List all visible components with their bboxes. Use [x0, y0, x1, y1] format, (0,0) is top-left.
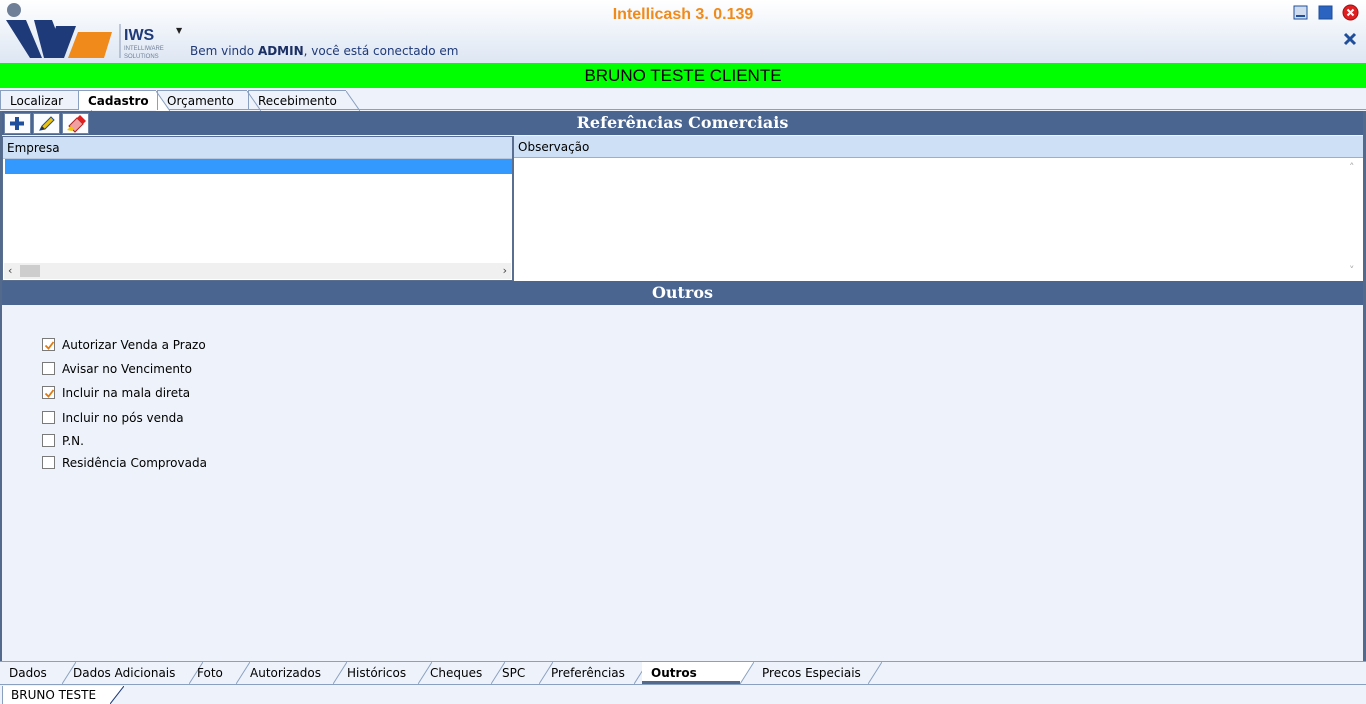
checkbox[interactable] [42, 386, 55, 399]
logo-sub1: INTELLIWARE [124, 46, 164, 52]
tab-label: SPC [502, 666, 526, 680]
tab-foto[interactable]: Foto [188, 662, 250, 684]
tab-label: Cadastro [88, 94, 149, 108]
scroll-left-icon[interactable]: ‹ [8, 263, 12, 279]
tab-autorizados[interactable]: Autorizados [241, 662, 347, 684]
edit-button[interactable] [33, 113, 60, 134]
tab-label: Autorizados [250, 666, 321, 680]
top-tab-strip: Localizar Cadastro Orçamento Recebimento [0, 88, 1366, 111]
column-header-observacao: Observação [514, 136, 1363, 158]
tab-precos-especiais[interactable]: Precos Especiais [753, 662, 882, 684]
toolbar [4, 113, 91, 134]
scroll-down-icon[interactable]: ˅ [1349, 264, 1355, 277]
tab-label: Foto [197, 666, 223, 680]
scroll-up-icon[interactable]: ˄ [1349, 161, 1355, 174]
tab-historicos[interactable]: Históricos [338, 662, 432, 684]
tab-label: Dados [9, 666, 47, 680]
client-name-bar: BRUNO TESTE CLIENTE [0, 63, 1366, 88]
option-label: Autorizar Venda a Prazo [62, 338, 206, 352]
tab-label: Precos Especiais [762, 666, 861, 680]
scroll-right-icon[interactable]: › [503, 263, 507, 279]
tab-cheques[interactable]: Cheques [421, 662, 505, 684]
welcome-suffix: , você está conectado em [303, 44, 459, 58]
cadastro-panel: Referências Comerciais Empresa ‹ › Obser… [0, 111, 1366, 661]
welcome-message: Bem vindo ADMIN, você está conectado em [190, 44, 458, 58]
add-button[interactable] [4, 113, 31, 134]
option-label: Incluir na mala direta [62, 386, 191, 400]
checkbox[interactable] [42, 338, 55, 351]
tab-outros-dados[interactable]: Outros Dados [642, 662, 754, 702]
tab-dados-adicionais[interactable]: Dados Adicionais [64, 662, 203, 684]
welcome-user: ADMIN [257, 44, 304, 58]
pencil-icon [39, 116, 55, 131]
checkbox[interactable] [42, 434, 55, 447]
option-label: Incluir no pós venda [62, 411, 184, 425]
tab-spc[interactable]: SPC [493, 662, 553, 684]
dropdown-arrow-icon[interactable]: ▼ [176, 26, 182, 35]
column-header-empresa[interactable]: Empresa [3, 137, 512, 159]
tab-cadastro[interactable]: Cadastro [78, 90, 170, 111]
delete-button[interactable] [62, 113, 89, 134]
selected-row[interactable] [5, 159, 512, 174]
window-tab-label: BRUNO TESTE [11, 688, 97, 702]
app-title: Intellicash 3. 0.139 [612, 6, 754, 23]
option-label: Avisar no Vencimento [62, 362, 192, 376]
section-header-referencias: Referências Comerciais [2, 111, 1363, 135]
tab-recebimento[interactable]: Recebimento [248, 90, 360, 111]
scroll-thumb[interactable] [20, 265, 40, 277]
eraser-icon [67, 115, 86, 133]
tab-orcamento[interactable]: Orçamento [157, 90, 261, 111]
plus-icon [10, 117, 24, 130]
check-icon [44, 341, 55, 350]
tab-label: Cheques [430, 666, 483, 680]
minimize-icon[interactable] [1293, 5, 1309, 21]
bottom-tab-strip: Dados Dados Adicionais Foto Autorizados … [0, 661, 1366, 702]
tab-label: Orçamento [167, 94, 234, 108]
option-label: Residência Comprovada [62, 456, 207, 470]
option-label: P.N. [62, 434, 84, 448]
tab-label: Dados Adicionais [73, 666, 176, 680]
checkbox[interactable] [42, 362, 55, 375]
empresa-grid[interactable]: Empresa ‹ › [2, 136, 513, 281]
tab-localizar[interactable]: Localizar [0, 90, 92, 111]
title-bar: IWS INTELLIWARE SOLUTIONS ▼ Bem vindo AD… [0, 0, 1366, 63]
check-icon [44, 389, 55, 398]
window-tab-bruno-teste[interactable]: BRUNO TESTE [2, 686, 125, 704]
welcome-prefix: Bem vindo [190, 44, 258, 58]
close-form-icon[interactable] [1342, 31, 1358, 47]
checkbox[interactable] [42, 456, 55, 469]
tab-dados[interactable]: Dados [0, 662, 76, 684]
logo-sub2: SOLUTIONS [124, 54, 159, 60]
observacao-panel[interactable]: Observação ˄ ˅ [513, 136, 1363, 281]
tab-label: Preferências [551, 666, 625, 680]
section-header-outros: Outros [2, 281, 1363, 305]
horizontal-scrollbar[interactable]: ‹ › [4, 263, 511, 279]
window-tab-strip: BRUNO TESTE [0, 684, 1366, 704]
tab-label: Históricos [347, 666, 407, 680]
logo-text: IWS [124, 27, 155, 44]
checkbox[interactable] [42, 411, 55, 424]
tab-label: Recebimento [258, 94, 337, 108]
close-icon[interactable] [1342, 4, 1359, 21]
vertical-scrollbar[interactable]: ˄ ˅ [1347, 159, 1363, 279]
maximize-icon[interactable] [1318, 5, 1334, 21]
tab-preferencias[interactable]: Preferências [542, 662, 648, 684]
tab-label: Localizar [10, 94, 64, 108]
